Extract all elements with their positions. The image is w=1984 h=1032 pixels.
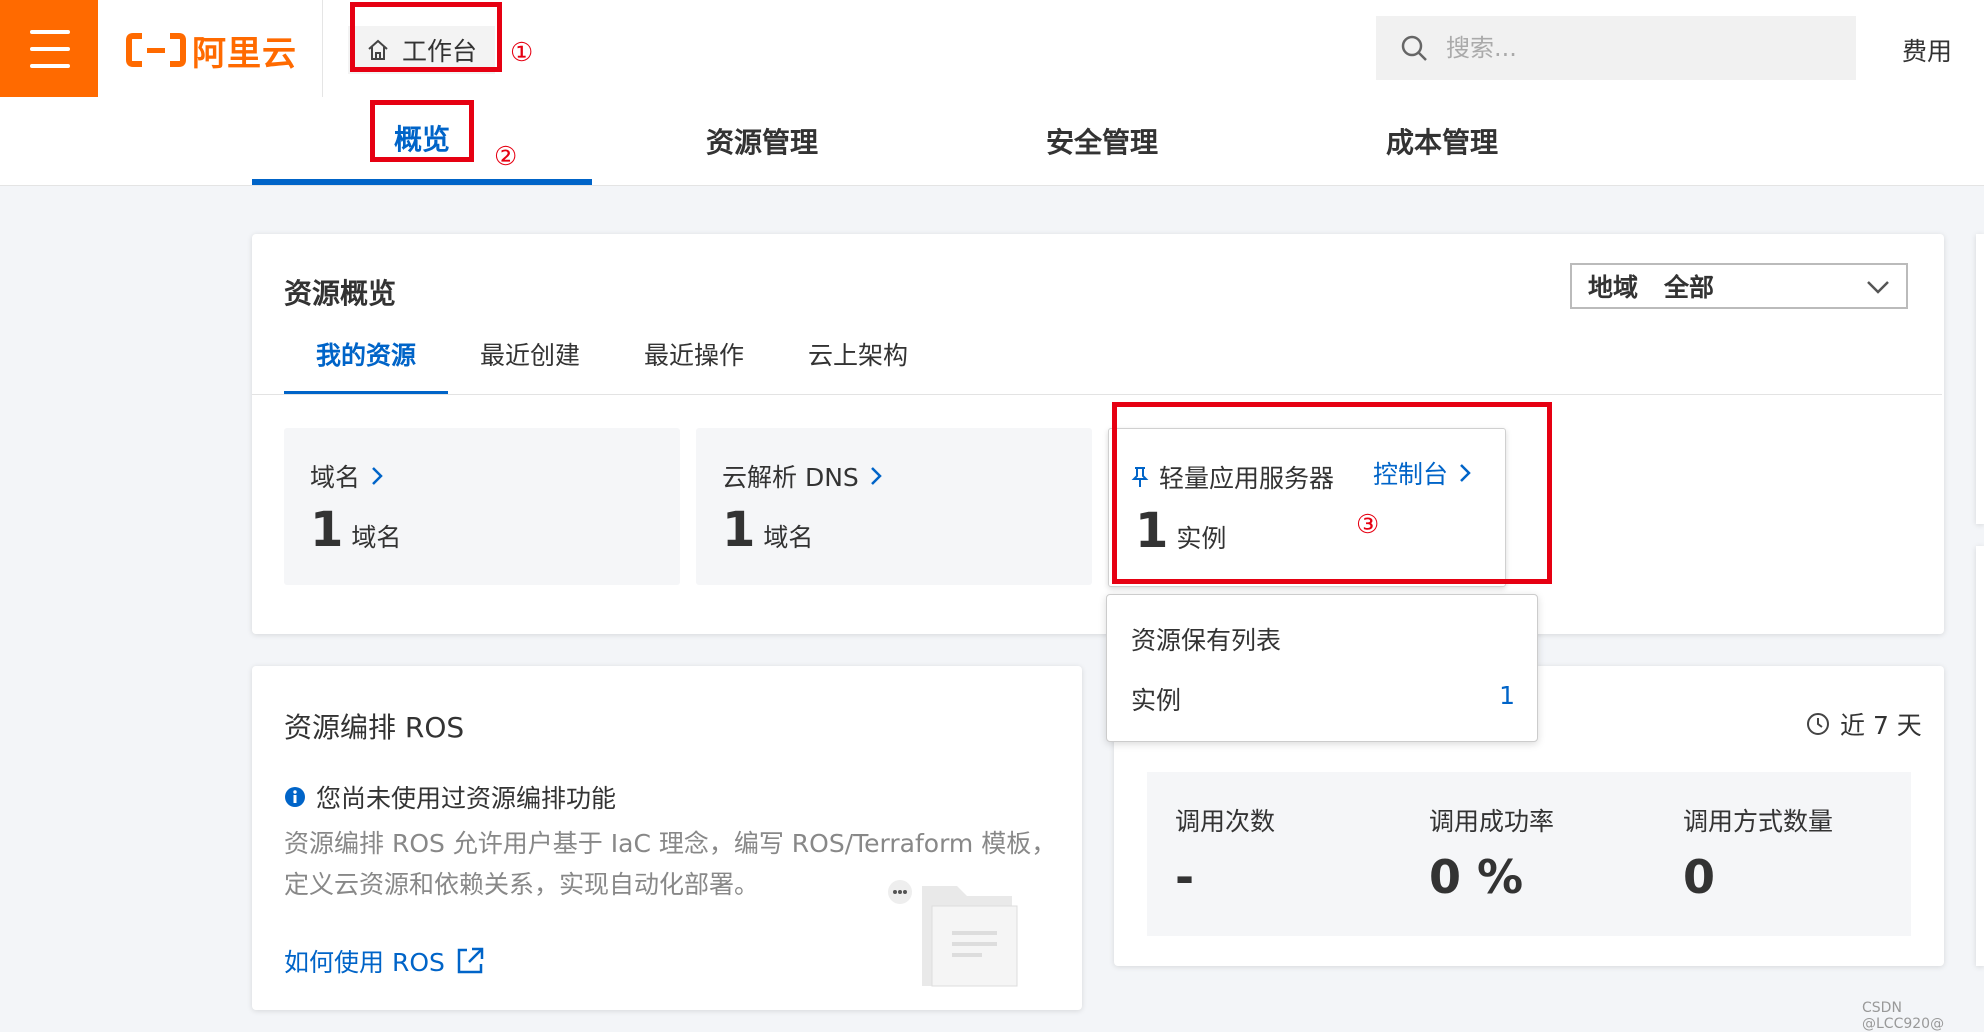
ros-card: 资源编排 ROS 您尚未使用过资源编排功能 资源编排 ROS 允许用户基于 Ia… xyxy=(252,666,1082,1010)
subtab-my-resources[interactable]: 我的资源 xyxy=(284,334,449,395)
resource-overview-card: 资源概览 地域 全部 我的资源 最近创建 最近操作 云上架构 域名 1 域名 云… xyxy=(252,234,1944,634)
time-range-selector[interactable]: 近 7 天 xyxy=(1806,706,1922,742)
chevron-down-icon xyxy=(1867,281,1889,294)
watermark: CSDN @LCC920@ xyxy=(1862,1000,1945,1032)
tab-security-management[interactable]: 安全管理 xyxy=(932,97,1272,185)
card-title: 资源编排 ROS xyxy=(284,711,465,744)
region-value: 全部 xyxy=(1664,273,1715,302)
resource-name[interactable]: 云解析 DNS xyxy=(722,458,883,494)
search-input[interactable] xyxy=(1444,33,1828,63)
stat-call-method-count: 调用方式数量 0 xyxy=(1683,807,1834,904)
annotation-marker-1: ① xyxy=(510,38,534,68)
popover-row-value: 1 xyxy=(1499,681,1515,710)
clock-icon xyxy=(1807,713,1829,735)
main-nav: 概览 资源管理 安全管理 成本管理 xyxy=(0,97,1984,186)
stat-call-count: 调用次数 - xyxy=(1175,807,1276,904)
popover-row[interactable]: 实例 1 xyxy=(1131,681,1515,717)
annotation-marker-2: ② xyxy=(494,142,518,172)
stat-success-rate: 调用成功率 0 % xyxy=(1429,807,1555,904)
divider xyxy=(252,394,1942,395)
resource-tile-domain[interactable]: 域名 1 域名 xyxy=(284,428,680,585)
stats-panel: 调用次数 - 调用成功率 0 % 调用方式数量 0 xyxy=(1147,772,1911,936)
resource-name[interactable]: 域名 xyxy=(310,458,384,494)
external-link-icon xyxy=(457,947,484,974)
info-icon xyxy=(285,787,305,807)
resource-sub-tabs: 我的资源 最近创建 最近操作 云上架构 xyxy=(284,334,940,395)
annotation-box-1 xyxy=(350,2,502,72)
region-label: 地域 xyxy=(1588,273,1639,302)
ros-info: 您尚未使用过资源编排功能 xyxy=(284,779,616,815)
annotation-box-2 xyxy=(370,100,474,162)
annotation-marker-3: ③ xyxy=(1356,510,1380,540)
divider xyxy=(322,0,323,97)
tab-cost-management[interactable]: 成本管理 xyxy=(1272,97,1612,185)
subtab-recent-created[interactable]: 最近创建 xyxy=(448,334,612,395)
annotation-box-3 xyxy=(1112,402,1552,584)
subtab-cloud-architecture[interactable]: 云上架构 xyxy=(776,334,940,395)
aliyun-logo[interactable]: 阿里云 xyxy=(126,28,297,74)
aliyun-logo-icon xyxy=(126,33,186,67)
resource-count: 1 域名 xyxy=(310,502,402,558)
search-box[interactable] xyxy=(1376,16,1856,80)
tab-resource-management[interactable]: 资源管理 xyxy=(592,97,932,185)
top-bar: 阿里云 工作台 费用 xyxy=(0,0,1984,97)
offscreen-card xyxy=(1976,234,1984,524)
fee-link[interactable]: 费用 xyxy=(1902,32,1952,68)
search-icon xyxy=(1401,35,1427,61)
resource-count: 1 域名 xyxy=(722,502,814,558)
region-select[interactable]: 地域 全部 xyxy=(1570,263,1908,309)
empty-folder-illustration xyxy=(888,880,1018,987)
brand-name: 阿里云 xyxy=(192,33,297,74)
hamburger-menu-icon[interactable] xyxy=(0,0,98,97)
card-title: 资源概览 xyxy=(284,277,397,310)
resource-tile-dns[interactable]: 云解析 DNS 1 域名 xyxy=(696,428,1092,585)
popover-title[interactable]: 资源保有列表 xyxy=(1131,621,1281,657)
resource-holdings-popover: 资源保有列表 实例 1 xyxy=(1106,594,1538,742)
subtab-recent-operations[interactable]: 最近操作 xyxy=(612,334,776,395)
ros-help-link[interactable]: 如何使用 ROS xyxy=(284,943,485,979)
chevron-right-icon xyxy=(870,467,882,485)
offscreen-card xyxy=(1976,546,1984,966)
popover-row-label: 实例 xyxy=(1131,686,1182,715)
chevron-right-icon xyxy=(372,467,383,485)
